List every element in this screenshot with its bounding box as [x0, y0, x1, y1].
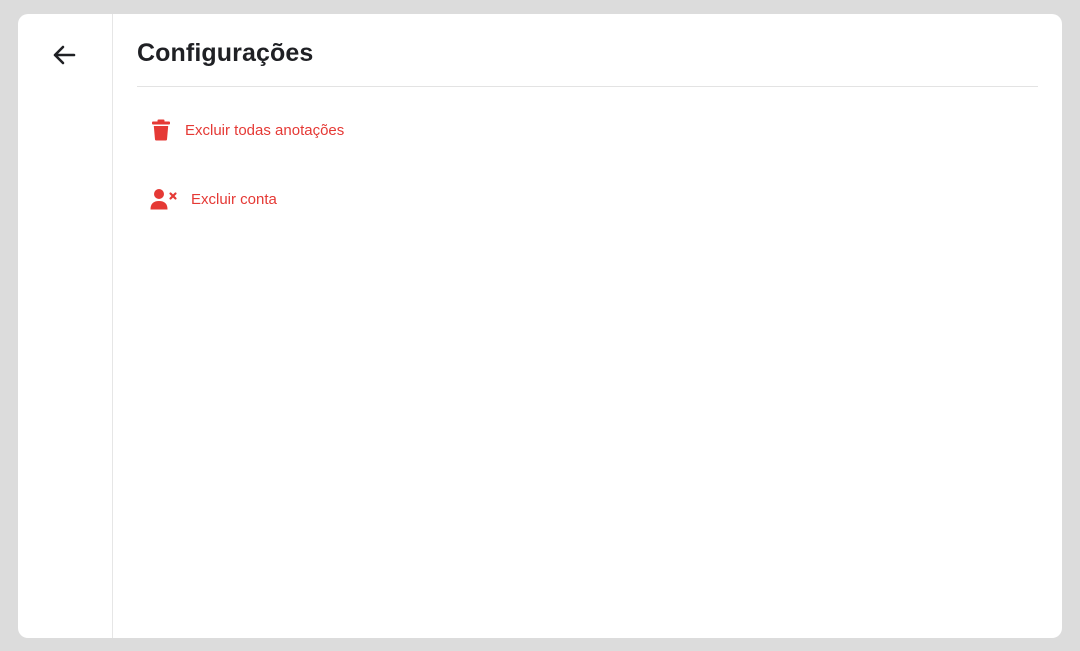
delete-account-button[interactable]: Excluir conta [149, 187, 277, 211]
sidebar [18, 14, 113, 638]
back-button[interactable] [48, 42, 80, 68]
delete-all-notes-button[interactable]: Excluir todas anotações [149, 118, 344, 142]
arrow-left-icon [53, 45, 76, 65]
user-remove-icon [149, 187, 179, 211]
page-title: Configurações [137, 39, 314, 67]
settings-main: Configurações Excluir todas anotações Ex… [137, 14, 1038, 638]
delete-all-notes-label: Excluir todas anotações [185, 121, 345, 139]
settings-window: Configurações Excluir todas anotações Ex… [18, 14, 1062, 638]
delete-account-label: Excluir conta [191, 190, 277, 208]
title-divider [137, 86, 1038, 87]
trash-icon [149, 118, 173, 142]
